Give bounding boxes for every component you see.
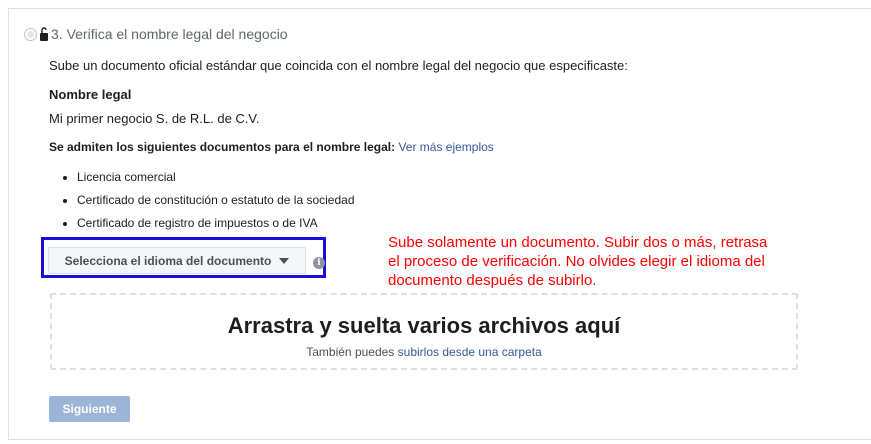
list-item: Certificado de constitución o estatuto d… (77, 189, 355, 212)
upload-from-folder-link[interactable]: subirlos desde una carpeta (398, 345, 542, 359)
lock-icon (40, 27, 48, 41)
accepted-documents-label: Se admiten los siguientes documentos par… (49, 140, 396, 154)
step-title: 3. Verifica el nombre legal del negocio (51, 26, 288, 42)
dropzone-subtitle-prefix: También puedes (306, 345, 398, 359)
more-examples-link[interactable]: Ver más ejemplos (398, 140, 493, 154)
file-dropzone[interactable]: Arrastra y suelta varios archivos aquí T… (50, 293, 798, 370)
next-button[interactable]: Siguiente (49, 396, 130, 422)
dropzone-title: Arrastra y suelta varios archivos aquí (227, 313, 621, 338)
dropzone-subtitle: También puedes subirlos desde una carpet… (52, 345, 796, 359)
accepted-documents-list: Licencia comercial Certificado de consti… (49, 166, 355, 235)
radio-icon[interactable] (24, 27, 37, 41)
legal-name-label: Nombre legal (49, 87, 132, 102)
list-item: Certificado de registro de impuestos o d… (77, 212, 355, 235)
annotation-note: Sube solamente un documento. Subir dos o… (388, 234, 768, 289)
step-description: Sube un documento oficial estándar que c… (49, 58, 628, 73)
info-icon[interactable]: i (313, 257, 325, 269)
document-language-select[interactable]: Selecciona el idioma del documento (48, 247, 306, 274)
document-language-label: Selecciona el idioma del documento (64, 253, 272, 268)
accepted-documents-heading: Se admiten los siguientes documentos par… (49, 140, 494, 154)
list-item: Licencia comercial (77, 166, 355, 189)
step-header: 3. Verifica el nombre legal del negocio (24, 26, 288, 42)
caret-down-icon (279, 257, 290, 264)
legal-name-value: Mi primer negocio S. de R.L. de C.V. (49, 111, 260, 126)
